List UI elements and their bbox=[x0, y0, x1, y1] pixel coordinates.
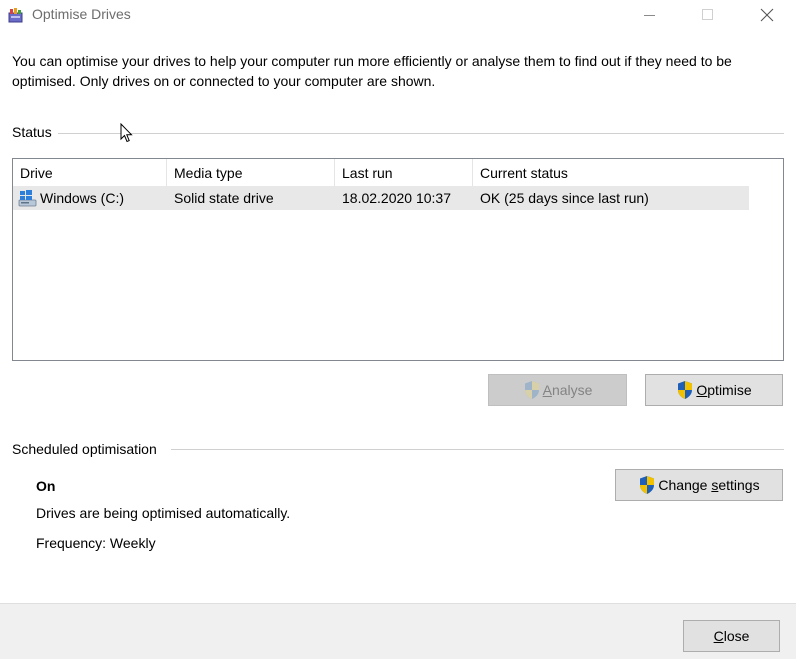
maximize-button[interactable] bbox=[679, 0, 737, 30]
change-settings-button[interactable]: Change settings bbox=[615, 469, 783, 501]
uac-shield-icon bbox=[640, 476, 655, 494]
title-bar[interactable]: Optimise Drives bbox=[0, 0, 796, 30]
optimise-accesskey: O bbox=[696, 382, 708, 398]
status-group-label: Status bbox=[12, 124, 58, 140]
close-button[interactable]: Close bbox=[683, 620, 780, 652]
schedule-frequency: Frequency: Weekly bbox=[36, 535, 156, 551]
change-settings-label-prefix: Change bbox=[658, 477, 712, 493]
close-window-button[interactable] bbox=[738, 0, 796, 30]
drive-name: Windows (C:) bbox=[40, 190, 125, 206]
uac-shield-icon bbox=[678, 381, 693, 399]
uac-shield-icon bbox=[524, 381, 539, 399]
column-header-drive[interactable]: Drive bbox=[13, 159, 167, 186]
mouse-cursor-icon bbox=[120, 123, 133, 143]
schedule-state: On bbox=[36, 478, 56, 494]
dialog-footer: Close bbox=[0, 603, 796, 659]
close-label: lose bbox=[723, 628, 750, 644]
analyse-button[interactable]: Analyse bbox=[488, 374, 627, 406]
drive-current-status: OK (25 days since last run) bbox=[480, 190, 649, 206]
close-icon bbox=[760, 8, 774, 22]
optimise-button[interactable]: Optimise bbox=[645, 374, 783, 406]
analyse-label: nalyse bbox=[551, 382, 593, 398]
analyse-accesskey: A bbox=[542, 382, 552, 398]
change-settings-label-rest: ettings bbox=[718, 477, 760, 493]
scheduled-group-label: Scheduled optimisation bbox=[12, 441, 171, 457]
minimize-button[interactable] bbox=[621, 0, 679, 30]
schedule-description: Drives are being optimised automatically… bbox=[36, 505, 291, 521]
column-header-last-run[interactable]: Last run bbox=[335, 159, 473, 186]
drive-last-run: 18.02.2020 10:37 bbox=[342, 190, 451, 206]
minimize-icon bbox=[644, 15, 655, 16]
maximize-icon bbox=[702, 9, 713, 20]
drive-list-header: Drive Media type Last run Current status bbox=[13, 159, 749, 186]
column-header-media-type[interactable]: Media type bbox=[167, 159, 335, 186]
drive-media-type: Solid state drive bbox=[174, 190, 274, 206]
close-accesskey: C bbox=[713, 628, 724, 644]
window-title: Optimise Drives bbox=[32, 6, 131, 22]
drive-list[interactable]: Drive Media type Last run Current status… bbox=[12, 158, 784, 361]
defrag-app-icon bbox=[8, 8, 23, 23]
intro-text: You can optimise your drives to help you… bbox=[12, 53, 732, 89]
optimise-label: ptimise bbox=[707, 382, 752, 398]
column-header-current-status[interactable]: Current status bbox=[473, 159, 749, 186]
drive-row-windows-c[interactable]: Windows (C:) Solid state drive 18.02.202… bbox=[13, 186, 749, 210]
